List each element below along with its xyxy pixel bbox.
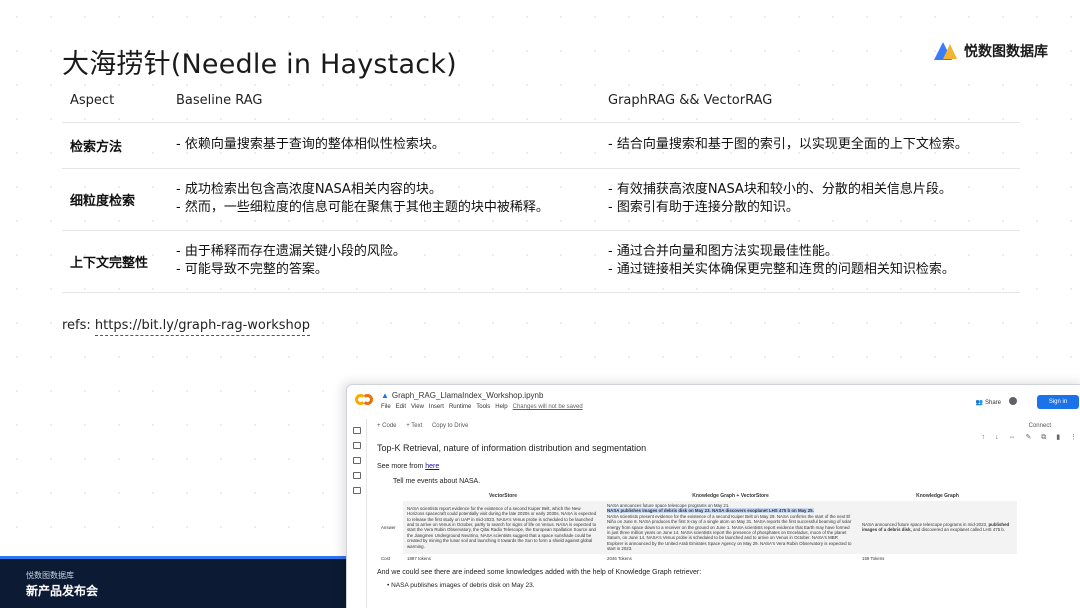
colab-logo-icon xyxy=(355,394,373,406)
colab-screenshot: ▲ Graph_RAG_LlamaIndex_Workshop.ipynb Fil… xyxy=(346,384,1080,608)
table-header-row: Aspect Baseline RAG GraphRAG && VectorRA… xyxy=(62,80,1020,123)
baseline-line: - 然而，一些细粒度的信息可能在聚焦于其他主题的块中被稀释。 xyxy=(176,200,549,215)
col-vectorstore: VectorStore xyxy=(403,491,603,501)
menu-insert[interactable]: Insert xyxy=(429,404,444,410)
table-row: 检索方法 - 依赖向量搜索基于查询的整体相似性检索块。 - 结合向量搜索和基于图… xyxy=(62,122,1020,168)
notebook-body: Top-K Retrieval, nature of information d… xyxy=(377,441,1065,608)
highlighted-text: NASA publishes images of debris disk on … xyxy=(607,508,814,514)
header-graphrag: GraphRAG && VectorRAG xyxy=(600,80,1020,123)
refs-link[interactable]: https://bit.ly/graph-rag-workshop xyxy=(94,318,310,336)
col-kg-vectorstore: Knowledge Graph + VectorStore xyxy=(603,491,858,501)
colab-toolbar: + Code + Text Copy to Drive Connect xyxy=(369,419,1080,433)
results-header-row: VectorStore Knowledge Graph + VectorStor… xyxy=(377,491,1017,501)
slide-title: 大海捞针(Needle in Haystack) xyxy=(62,49,457,80)
notebook-title[interactable]: ▲ Graph_RAG_LlamaIndex_Workshop.ipynb xyxy=(381,391,543,400)
section-heading: Top-K Retrieval, nature of information d… xyxy=(377,443,647,453)
baseline-line: - 由于稀释而存在遗漏关键小段的风险。 xyxy=(176,244,406,259)
graph-line: - 结合向量搜索和基于图的索引，以实现更全面的上下文检索。 xyxy=(608,137,968,152)
graph-line: - 图索引有助于连接分散的知识。 xyxy=(608,200,799,215)
table-row: 细粒度检索 - 成功检索出包含高浓度NASA相关内容的块。 - 然而，一些细粒度… xyxy=(62,168,1020,230)
variables-icon[interactable] xyxy=(353,457,361,464)
notebook-menu: File Edit View Insert Runtime Tools Help… xyxy=(381,404,583,410)
footer-event: 新产品发布会 xyxy=(26,584,99,598)
table-row: 上下文完整性 - 由于稀释而存在遗漏关键小段的风险。 - 可能导致不完整的答案。… xyxy=(62,230,1020,292)
toc-icon[interactable] xyxy=(353,427,361,434)
menu-tools[interactable]: Tools xyxy=(476,404,490,410)
brand-logo: 悦数图数据库 xyxy=(934,40,1048,62)
here-link[interactable]: here xyxy=(425,463,439,470)
people-icon: 👥 xyxy=(975,400,985,406)
drive-icon: ▲ xyxy=(381,391,389,400)
logo-text: 悦数图数据库 xyxy=(964,44,1048,60)
vector-answer: NASA scientists report evidence for the … xyxy=(403,501,603,554)
menu-file[interactable]: File xyxy=(381,404,391,410)
refs-label: refs: xyxy=(62,318,95,333)
logo-icon xyxy=(934,40,958,62)
add-text-button[interactable]: + Text xyxy=(406,423,422,429)
results-table: VectorStore Knowledge Graph + VectorStor… xyxy=(377,491,1017,564)
graph-cell: - 有效捕获高浓度NASA块和较小的、分散的相关信息片段。 - 图索引有助于连接… xyxy=(600,168,1020,230)
cost-row: Cost 1897 tokens 2046 Tokens 159 Tokens xyxy=(377,553,1017,564)
references: refs: https://bit.ly/graph-rag-workshop xyxy=(62,318,310,336)
header-aspect: Aspect xyxy=(62,80,168,123)
menu-help[interactable]: Help xyxy=(495,404,507,410)
unsaved-notice[interactable]: Changes will not be saved xyxy=(513,404,583,410)
kg-answer: NASA announced future space telescope pr… xyxy=(858,501,1017,554)
baseline-line: - 成功检索出包含高浓度NASA相关内容的块。 xyxy=(176,182,442,197)
colab-header: ▲ Graph_RAG_LlamaIndex_Workshop.ipynb Fil… xyxy=(347,385,1080,419)
add-code-button[interactable]: + Code xyxy=(377,423,397,429)
menu-runtime[interactable]: Runtime xyxy=(449,404,471,410)
copy-to-drive-button[interactable]: Copy to Drive xyxy=(432,423,468,429)
connect-button[interactable]: Connect xyxy=(1029,419,1051,433)
answer-label: Answer xyxy=(377,501,403,554)
gear-icon[interactable] xyxy=(1009,397,1017,405)
aspect-cell: 细粒度检索 xyxy=(70,193,136,209)
sign-in-button[interactable]: Sign in xyxy=(1037,395,1079,409)
baseline-cell: - 依赖向量搜索基于查询的整体相似性检索块。 xyxy=(168,122,600,168)
cost-kg: 159 Tokens xyxy=(858,553,1017,564)
aspect-cell: 检索方法 xyxy=(70,139,123,155)
search-icon[interactable] xyxy=(353,442,361,449)
baseline-line: - 依赖向量搜索基于查询的整体相似性检索块。 xyxy=(176,137,445,152)
bullet-item: • NASA publishes images of debris disk o… xyxy=(387,582,535,590)
event-footer: 悦数图数据库 新产品发布会 xyxy=(0,556,346,608)
baseline-cell: - 成功检索出包含高浓度NASA相关内容的块。 - 然而，一些细粒度的信息可能在… xyxy=(168,168,600,230)
header-baseline-rag: Baseline RAG xyxy=(168,80,600,123)
query-text: Tell me events about NASA. xyxy=(393,478,481,485)
cost-label: Cost xyxy=(377,553,403,564)
answer-row: Answer NASA scientists report evidence f… xyxy=(377,501,1017,554)
graph-line: - 有效捕获高浓度NASA块和较小的、分散的相关信息片段。 xyxy=(608,182,952,197)
graph-cell: - 结合向量搜索和基于图的索引，以实现更全面的上下文检索。 xyxy=(600,122,1020,168)
graph-line: - 通过合并向量和图方法实现最佳性能。 xyxy=(608,244,838,259)
secrets-icon[interactable] xyxy=(353,472,361,479)
comparison-table: Aspect Baseline RAG GraphRAG && VectorRA… xyxy=(62,80,1020,293)
graph-line: - 通过链接相关实体确保更完整和连贯的问题相关知识检索。 xyxy=(608,262,955,277)
files-icon[interactable] xyxy=(353,487,361,494)
explanation-text: And we could see there are indeed some k… xyxy=(377,569,702,577)
aspect-cell: 上下文完整性 xyxy=(70,255,149,271)
cost-kg-vector: 2046 Tokens xyxy=(603,553,858,564)
baseline-cell: - 由于稀释而存在遗漏关键小段的风险。 - 可能导致不完整的答案。 xyxy=(168,230,600,292)
see-more: See more from here xyxy=(377,463,440,470)
col-kg: Knowledge Graph xyxy=(858,491,1017,501)
menu-view[interactable]: View xyxy=(411,404,424,410)
colab-sidebar xyxy=(347,419,367,608)
baseline-line: - 可能导致不完整的答案。 xyxy=(176,262,328,277)
share-button[interactable]: 👥 Share xyxy=(976,399,1001,406)
cost-vector: 1897 tokens xyxy=(403,553,603,564)
footer-company: 悦数图数据库 xyxy=(26,571,74,580)
graph-cell: - 通过合并向量和图方法实现最佳性能。 - 通过链接相关实体确保更完整和连贯的问… xyxy=(600,230,1020,292)
menu-edit[interactable]: Edit xyxy=(396,404,406,410)
kg-vector-answer: NASA announces future space telescope pr… xyxy=(603,501,858,554)
